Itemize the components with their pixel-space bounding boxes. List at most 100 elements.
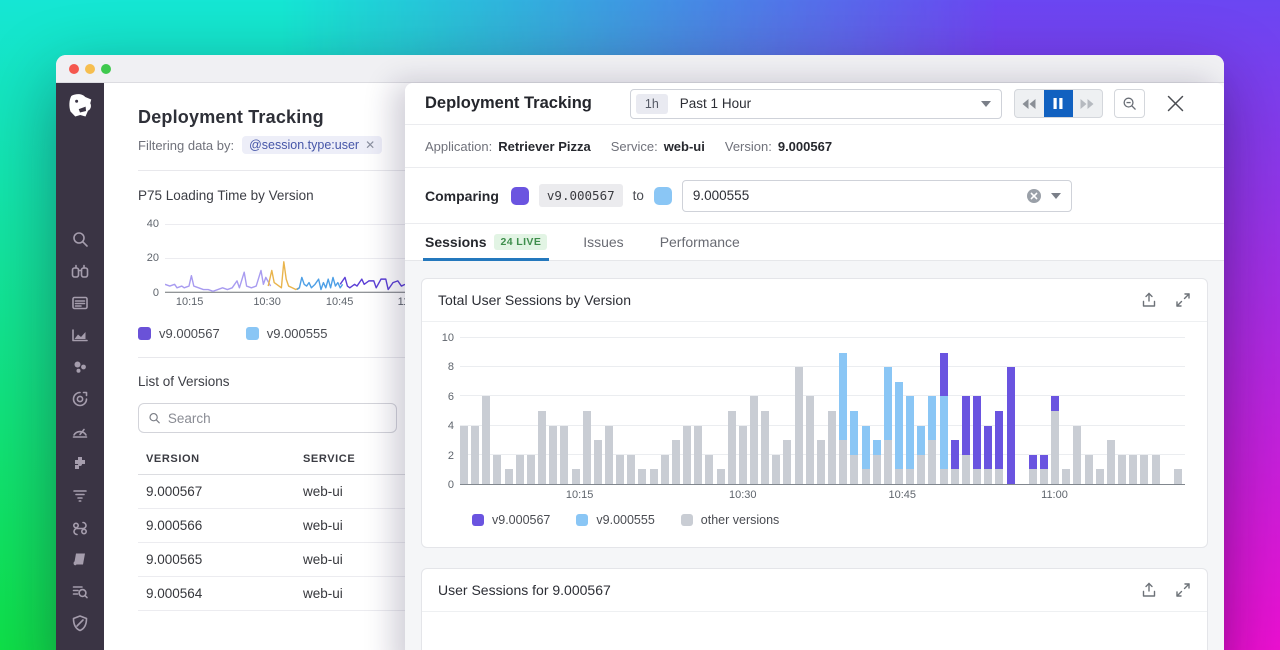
- session-bar[interactable]: [1151, 338, 1160, 484]
- session-bar[interactable]: [627, 338, 636, 484]
- column-header-version[interactable]: VERSION: [138, 447, 303, 475]
- session-bar[interactable]: [995, 338, 1004, 484]
- session-bar[interactable]: [727, 338, 736, 484]
- zoom-out-button[interactable]: [1113, 89, 1145, 118]
- session-bar[interactable]: [917, 338, 926, 484]
- close-window-button[interactable]: [69, 63, 79, 74]
- session-bar[interactable]: [1062, 338, 1071, 484]
- integrations-icon[interactable]: [56, 447, 104, 479]
- session-bar[interactable]: [1018, 338, 1026, 484]
- session-bar[interactable]: [482, 338, 491, 484]
- session-bar[interactable]: [816, 338, 825, 484]
- sessions-plot[interactable]: [460, 337, 1185, 485]
- session-bar[interactable]: [895, 338, 904, 484]
- versions-search[interactable]: [138, 403, 397, 433]
- session-bar[interactable]: [1040, 338, 1049, 484]
- minimize-window-button[interactable]: [85, 63, 95, 74]
- session-bar[interactable]: [1106, 338, 1115, 484]
- session-bar[interactable]: [872, 338, 881, 484]
- datadog-logo-icon[interactable]: [56, 83, 104, 129]
- tab-sessions[interactable]: Sessions 24 LIVE: [422, 234, 550, 261]
- session-bar[interactable]: [984, 338, 993, 484]
- session-bar[interactable]: [649, 338, 658, 484]
- export-icon[interactable]: [1141, 292, 1157, 308]
- session-bar[interactable]: [761, 338, 770, 484]
- legend-item[interactable]: v9.000567: [138, 326, 220, 341]
- session-bar[interactable]: [560, 338, 569, 484]
- session-bar[interactable]: [950, 338, 959, 484]
- p75-line-chart[interactable]: 0 20 40: [147, 215, 405, 299]
- expand-icon[interactable]: [1175, 292, 1191, 308]
- pause-button[interactable]: [1043, 90, 1073, 117]
- session-bar[interactable]: [538, 338, 547, 484]
- session-bar[interactable]: [783, 338, 792, 484]
- tab-performance[interactable]: Performance: [660, 234, 740, 260]
- expand-icon[interactable]: [1175, 582, 1191, 598]
- session-bar[interactable]: [1173, 338, 1182, 484]
- session-bar[interactable]: [861, 338, 870, 484]
- session-bar[interactable]: [460, 338, 469, 484]
- session-bar[interactable]: [1006, 338, 1015, 484]
- session-bar[interactable]: [705, 338, 714, 484]
- table-row[interactable]: 9.000566 web-ui: [138, 508, 423, 543]
- target-icon[interactable]: [56, 383, 104, 415]
- session-bar[interactable]: [805, 338, 814, 484]
- area-chart-icon[interactable]: [56, 319, 104, 351]
- versions-search-input[interactable]: [167, 410, 387, 426]
- legend-item[interactable]: v9.000567: [472, 513, 550, 527]
- gauge-icon[interactable]: [56, 415, 104, 447]
- session-bar[interactable]: [973, 338, 982, 484]
- rewind-button[interactable]: [1015, 90, 1044, 117]
- export-icon[interactable]: [1141, 582, 1157, 598]
- session-bar[interactable]: [593, 338, 602, 484]
- session-bar[interactable]: [961, 338, 970, 484]
- session-bar[interactable]: [750, 338, 759, 484]
- session-bar[interactable]: [928, 338, 937, 484]
- legend-item[interactable]: v9.000555: [245, 326, 327, 341]
- compare-version-select[interactable]: 9.000555: [681, 179, 1072, 212]
- remove-filter-icon[interactable]: ✕: [365, 138, 375, 152]
- session-bar[interactable]: [671, 338, 680, 484]
- session-bar[interactable]: [939, 338, 948, 484]
- legend-item[interactable]: other versions: [680, 513, 779, 527]
- security-shield-icon[interactable]: [56, 607, 104, 639]
- session-bar[interactable]: [1129, 338, 1138, 484]
- session-bar[interactable]: [471, 338, 480, 484]
- session-bar[interactable]: [683, 338, 692, 484]
- host-map-icon[interactable]: [56, 351, 104, 383]
- session-bar[interactable]: [839, 338, 848, 484]
- session-bar[interactable]: [906, 338, 915, 484]
- log-search-icon[interactable]: [56, 575, 104, 607]
- search-icon[interactable]: [56, 223, 104, 255]
- legend-item[interactable]: v9.000555: [576, 513, 655, 527]
- table-row[interactable]: 9.000567 web-ui: [138, 474, 423, 509]
- session-bar[interactable]: [582, 338, 591, 484]
- session-bar[interactable]: [716, 338, 725, 484]
- session-bar[interactable]: [1073, 338, 1082, 484]
- fast-forward-button[interactable]: [1073, 90, 1102, 117]
- session-bar[interactable]: [571, 338, 580, 484]
- session-bar[interactable]: [1051, 338, 1060, 484]
- session-bar[interactable]: [694, 338, 703, 484]
- time-range-selector[interactable]: 1h Past 1 Hour: [629, 88, 1002, 119]
- binoculars-icon[interactable]: [56, 255, 104, 287]
- session-bar[interactable]: [794, 338, 803, 484]
- clear-selection-icon[interactable]: [1026, 188, 1042, 204]
- tab-issues[interactable]: Issues: [583, 234, 623, 260]
- filter-list-icon[interactable]: [56, 479, 104, 511]
- session-bar[interactable]: [1084, 338, 1093, 484]
- session-bar[interactable]: [504, 338, 513, 484]
- session-bar[interactable]: [1140, 338, 1149, 484]
- session-bar[interactable]: [526, 338, 535, 484]
- table-row[interactable]: 9.000564 web-ui: [138, 576, 423, 611]
- session-bar[interactable]: [638, 338, 647, 484]
- session-bar[interactable]: [1163, 338, 1171, 484]
- session-bar[interactable]: [772, 338, 781, 484]
- session-bar[interactable]: [883, 338, 892, 484]
- session-bar[interactable]: [660, 338, 669, 484]
- session-bar[interactable]: [850, 338, 859, 484]
- filter-pill[interactable]: @session.type:user ✕: [242, 136, 383, 154]
- newsfeed-icon[interactable]: [56, 287, 104, 319]
- session-bar[interactable]: [493, 338, 502, 484]
- close-panel-icon[interactable]: [1167, 95, 1184, 112]
